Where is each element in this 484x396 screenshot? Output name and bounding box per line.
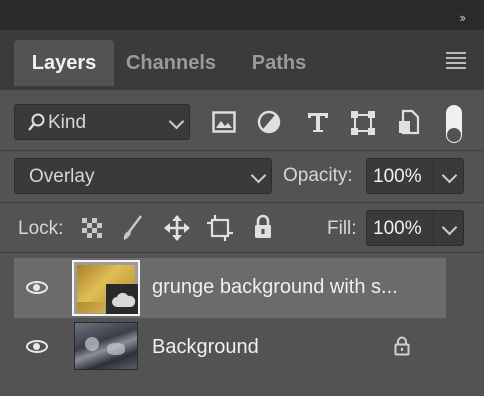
tab-layers[interactable]: Layers xyxy=(14,40,114,86)
opacity-label: Opacity: xyxy=(283,165,353,186)
visibility-eye-icon[interactable] xyxy=(26,281,48,294)
opacity-field[interactable]: 100% xyxy=(366,158,464,194)
fill-value: 100% xyxy=(373,218,422,239)
layer-row[interactable]: Background xyxy=(14,318,446,378)
lock-image-pixels-icon[interactable] xyxy=(120,214,144,242)
image-filter-icon[interactable] xyxy=(212,111,236,133)
layer-thumbnail xyxy=(72,260,140,316)
visibility-eye-icon[interactable] xyxy=(26,340,48,353)
lock-artboard-icon[interactable] xyxy=(206,214,234,242)
filter-kind-dropdown[interactable]: Kind xyxy=(14,104,190,140)
divider xyxy=(0,252,484,253)
type-filter-icon[interactable] xyxy=(306,111,330,133)
panel-menu-icon[interactable] xyxy=(446,52,466,70)
lock-transparent-pixels-icon[interactable] xyxy=(82,218,102,238)
divider xyxy=(0,202,484,203)
lock-label: Lock: xyxy=(18,218,64,239)
shape-filter-icon[interactable] xyxy=(350,110,376,136)
fill-label: Fill: xyxy=(327,218,357,239)
chevron-down-icon[interactable] xyxy=(441,167,458,184)
blend-mode-value: Overlay xyxy=(29,166,95,187)
blend-mode-dropdown[interactable]: Overlay xyxy=(14,158,272,194)
panel-top-bar: ›› xyxy=(0,0,484,30)
smart-object-badge-icon xyxy=(112,292,136,307)
lock-position-icon[interactable] xyxy=(163,214,191,242)
opacity-value: 100% xyxy=(373,166,422,187)
layer-name[interactable]: grunge background with s... xyxy=(152,276,398,299)
chevron-down-icon xyxy=(250,167,267,184)
layer-thumbnail xyxy=(74,322,138,370)
adjustment-filter-icon[interactable] xyxy=(257,110,281,134)
smart-object-filter-icon[interactable] xyxy=(398,109,420,135)
tab-channels[interactable]: Channels xyxy=(116,40,226,86)
fill-field[interactable]: 100% xyxy=(366,210,464,246)
divider xyxy=(0,150,484,151)
collapse-panel-icon[interactable]: ›› xyxy=(459,10,466,25)
chevron-down-icon[interactable] xyxy=(441,219,458,236)
search-icon xyxy=(28,113,45,131)
chevron-down-icon xyxy=(168,113,185,130)
filter-toggle-icon[interactable] xyxy=(446,105,462,143)
tab-paths[interactable]: Paths xyxy=(236,40,322,86)
layer-lock-icon xyxy=(394,336,410,356)
lock-all-icon[interactable] xyxy=(253,214,273,240)
filter-kind-label: Kind xyxy=(48,112,87,133)
layer-row[interactable]: grunge background with s... xyxy=(14,258,446,318)
layer-name[interactable]: Background xyxy=(152,336,259,359)
